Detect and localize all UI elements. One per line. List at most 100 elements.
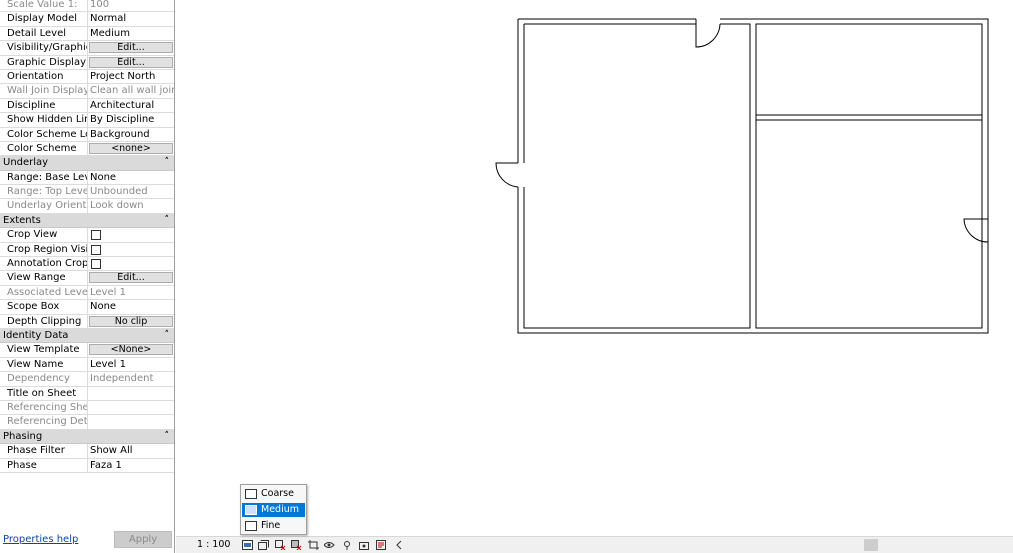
medium-icon [245, 505, 257, 515]
detail-level-icon[interactable] [242, 540, 253, 550]
view-range-button[interactable]: Edit... [89, 272, 173, 284]
drawing-canvas[interactable] [176, 0, 1013, 535]
property-name: Graphic Display ... [0, 55, 88, 69]
apply-button[interactable]: Apply [114, 531, 172, 548]
group-title: Phasing [3, 430, 43, 442]
outer-wall-outline [517, 18, 989, 334]
right-room-outline [755, 23, 983, 329]
collapse-icon[interactable]: ˄ [165, 430, 170, 443]
inner-wall-outline [523, 23, 751, 329]
property-value-cell [88, 228, 174, 241]
property-row-graphic-display: Graphic Display ...Edit... [0, 55, 174, 70]
property-name: Orientation [0, 69, 88, 84]
property-row-crop-region-visi: Crop Region Visi... [0, 242, 174, 258]
property-value-cell: No clip [88, 315, 174, 328]
annotation-crop-checkbox[interactable] [91, 259, 101, 270]
property-name: Range: Base Level [0, 170, 88, 185]
menu-item-coarse[interactable]: Coarse [242, 487, 305, 501]
property-name: View Range [0, 271, 88, 285]
property-value-cell: <None> [88, 343, 174, 356]
property-row-color-scheme: Color Scheme <none> [0, 141, 174, 157]
property-name: Associated Level [0, 285, 88, 300]
property-row-view-name: View Name Level 1 [0, 357, 174, 373]
property-row-orientation: Orientation Project North [0, 69, 174, 85]
crop-region-visi-checkbox[interactable] [91, 244, 101, 255]
property-value: Look down [90, 200, 144, 212]
temporary-hide-icon[interactable] [342, 540, 353, 550]
property-name: View Template [0, 343, 88, 357]
door-top [695, 19, 721, 48]
group-title: Underlay [3, 157, 49, 169]
property-name: Title on Sheet [0, 386, 88, 400]
menu-item-fine[interactable]: Fine [242, 519, 305, 533]
collapse-icon[interactable]: ˄ [165, 329, 170, 342]
sun-path-icon[interactable] [275, 540, 286, 550]
scale-indicator[interactable]: 1 : 100 [197, 539, 230, 550]
property-row-associated-level: Associated Level Level 1 [0, 285, 174, 301]
property-value[interactable]: Faza 1 [88, 459, 174, 472]
depth-clipping-button[interactable]: No clip [89, 315, 173, 327]
properties-help-link[interactable]: Properties help [3, 534, 78, 545]
shadows-icon[interactable] [291, 540, 302, 550]
property-row-referencing-sheet: Referencing Sheet [0, 400, 174, 416]
collapse-icon[interactable]: ˄ [165, 214, 170, 227]
property-value[interactable]: Project North [88, 70, 174, 83]
property-value[interactable]: Level 1 [88, 358, 174, 371]
coarse-icon [245, 489, 257, 499]
property-name: Detail Level [0, 26, 88, 41]
group-header-phasing[interactable]: Phasing ˄ [0, 429, 174, 445]
property-row-range-base-level: Range: Base LevelNone [0, 170, 174, 186]
property-value-cell: Edit... [88, 41, 174, 54]
crop-region-icon[interactable] [324, 540, 335, 550]
property-name: Display Model [0, 12, 88, 26]
group-title: Extents [3, 214, 41, 226]
property-name: Dependency [0, 372, 88, 386]
property-row-scale-value-1: Scale Value 1: 100 [0, 0, 174, 13]
property-value[interactable] [88, 387, 174, 400]
color-scheme-button[interactable]: <none> [89, 142, 173, 154]
property-value[interactable]: Architectural [88, 99, 174, 112]
property-name: Annotation Crop [0, 257, 88, 271]
property-name: Wall Join Display [0, 84, 88, 98]
view-control-bar: 1 : 100 [176, 536, 1013, 553]
collapse-arrow-icon[interactable] [394, 540, 405, 550]
property-value[interactable]: Medium [88, 27, 174, 40]
group-header-identity[interactable]: Identity Data ˄ [0, 328, 174, 344]
graphic-display-button[interactable]: Edit... [89, 56, 173, 68]
visibility-graphic-button[interactable]: Edit... [89, 42, 173, 54]
crop-view-checkbox[interactable] [91, 230, 101, 241]
property-name: View Name [0, 357, 88, 372]
property-value[interactable]: By Discipline [88, 113, 174, 126]
property-name: Range: Top Level [0, 185, 88, 199]
property-name: Depth Clipping [0, 314, 88, 328]
collapse-icon[interactable]: ˄ [165, 156, 170, 169]
property-row-view-template: View Template <None> [0, 343, 174, 358]
property-value[interactable]: None [88, 300, 174, 313]
group-header-extents[interactable]: Extents ˄ [0, 213, 174, 229]
menu-item-medium[interactable]: Medium [242, 503, 305, 517]
property-row-view-range: View Range Edit... [0, 271, 174, 286]
crop-view-icon[interactable] [308, 540, 319, 550]
properties-table: Scale Value 1: 100 Display Model Normal Deta… [0, 0, 174, 473]
property-name: Underlay Orienta... [0, 199, 88, 213]
property-row-phase-filter: Phase Filter Show All [0, 444, 174, 459]
view-template-button[interactable]: <None> [89, 344, 173, 356]
fine-icon [245, 521, 257, 531]
properties-palette: Scale Value 1: 100 Display Model Normal Deta… [0, 0, 175, 553]
property-value: 100 [90, 0, 110, 10]
property-row-underlay-orienta: Underlay Orienta...Look down [0, 199, 174, 214]
scrollbar-thumb[interactable] [864, 539, 878, 551]
visual-style-icon[interactable] [258, 540, 269, 550]
floor-plan [495, 18, 989, 334]
reveal-hidden-icon[interactable] [359, 540, 370, 550]
property-value[interactable]: Background [88, 128, 174, 141]
property-value[interactable]: None [88, 171, 174, 184]
property-row-scope-box: Scope Box None [0, 300, 174, 315]
group-header-underlay[interactable]: Underlay ˄ [0, 156, 174, 171]
worksharing-icon[interactable] [376, 540, 387, 550]
property-value[interactable]: Normal [88, 12, 174, 25]
property-row-dependency: Dependency Independent [0, 372, 174, 387]
property-row-wall-join-display: Wall Join Display Clean all wall joins [0, 84, 174, 99]
property-value[interactable]: Show All [88, 444, 174, 457]
property-row-title-on-sheet: Title on Sheet [0, 386, 174, 401]
